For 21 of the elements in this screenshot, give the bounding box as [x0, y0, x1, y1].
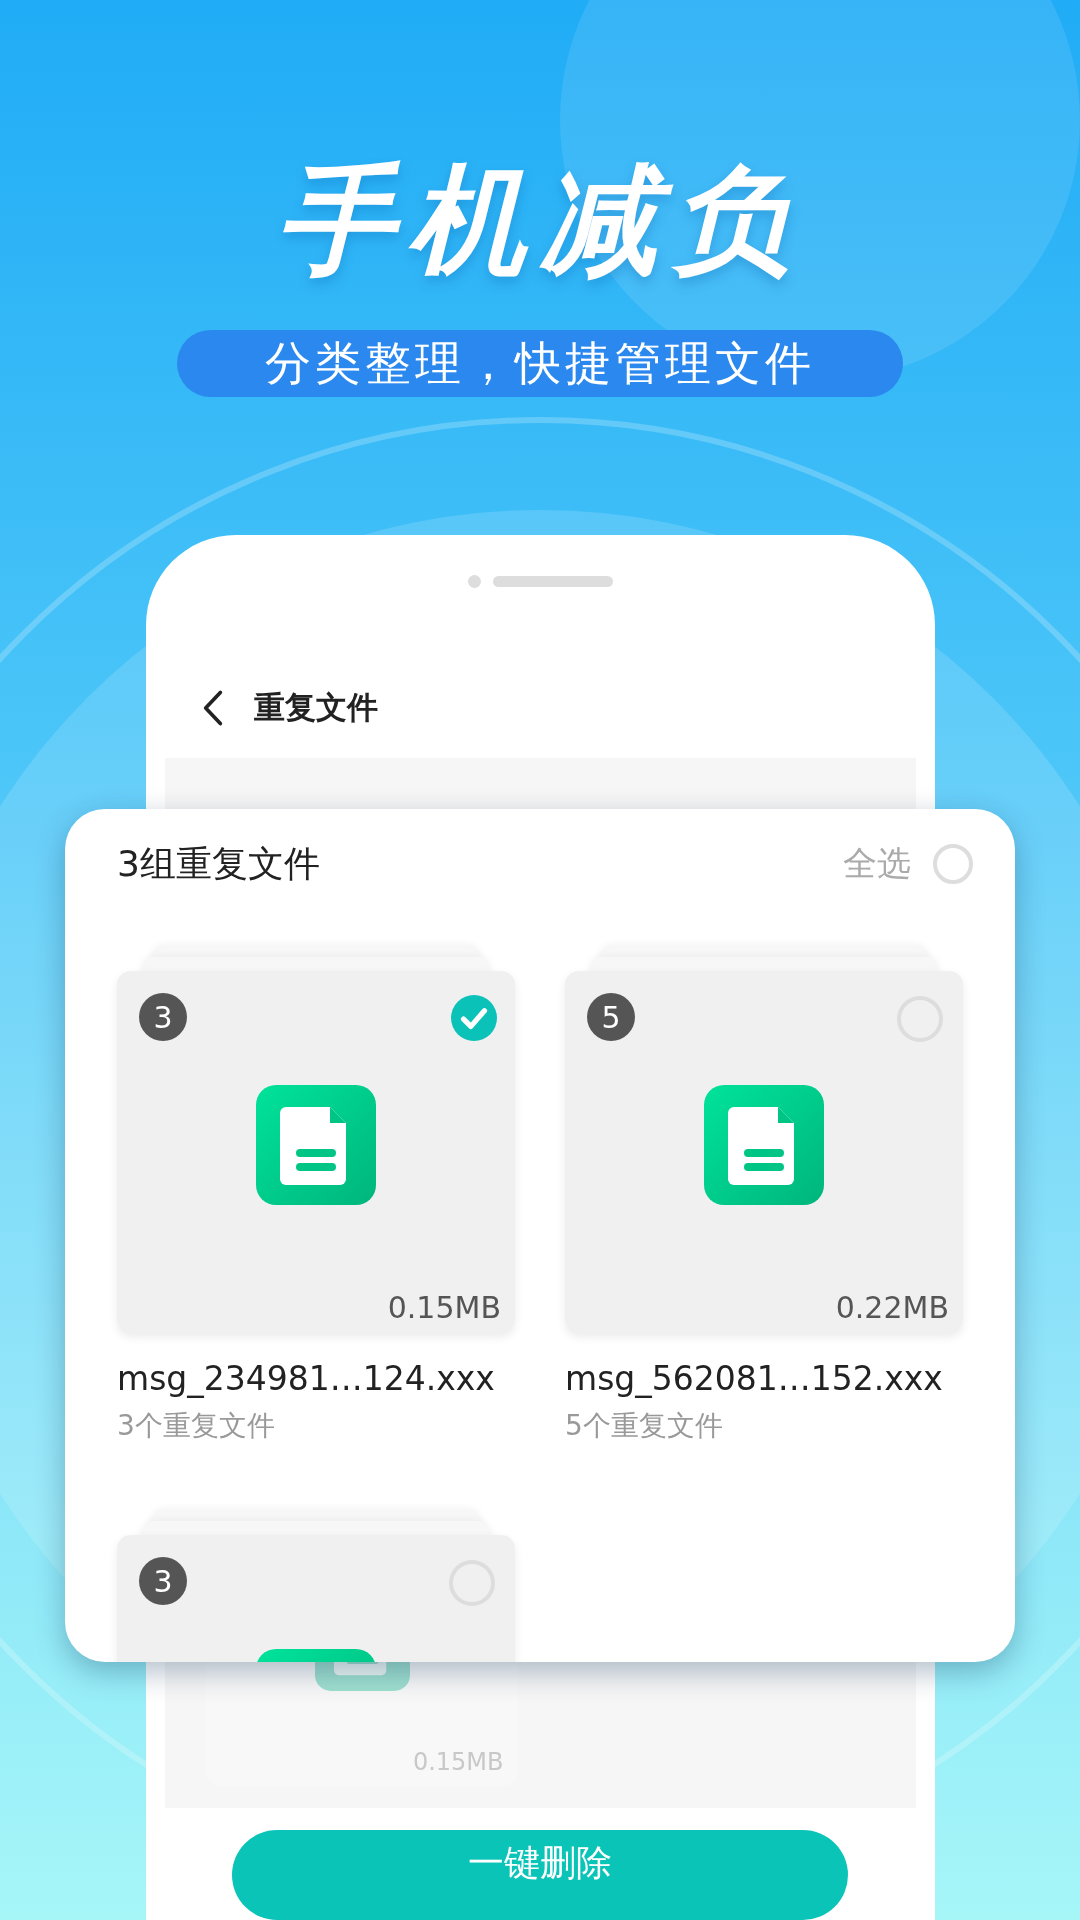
select-all-label: 全选	[843, 842, 911, 885]
file-card[interactable]: 3	[117, 1535, 515, 1662]
file-name: msg_234981…124.xxx	[117, 1358, 495, 1400]
file-size: 0.15MB	[387, 1290, 501, 1325]
banner-subtitle: 分类整理，快捷管理文件	[177, 330, 903, 397]
banner-title: 手机减负	[276, 150, 804, 290]
duplicate-count: 3个重复文件	[117, 1408, 276, 1444]
duplicate-count: 5个重复文件	[565, 1408, 724, 1444]
screen-title: 重复文件	[253, 688, 378, 727]
file-size: 0.22MB	[835, 1290, 949, 1325]
count-badge: 5	[587, 993, 635, 1041]
select-all-checkbox[interactable]	[933, 844, 973, 884]
back-icon[interactable]	[201, 688, 224, 728]
camera-dot	[467, 575, 481, 588]
file-card[interactable]: 3 0.15MB	[117, 971, 515, 1333]
file-name: msg_562081…152.xxx	[565, 1358, 943, 1400]
count-badge: 3	[139, 993, 187, 1041]
checked-checkbox[interactable]	[451, 995, 497, 1041]
count-badge: 3	[139, 1557, 187, 1605]
file-card[interactable]: 5 0.22MB	[565, 971, 963, 1333]
panel-heading: 3组重复文件	[117, 841, 321, 886]
